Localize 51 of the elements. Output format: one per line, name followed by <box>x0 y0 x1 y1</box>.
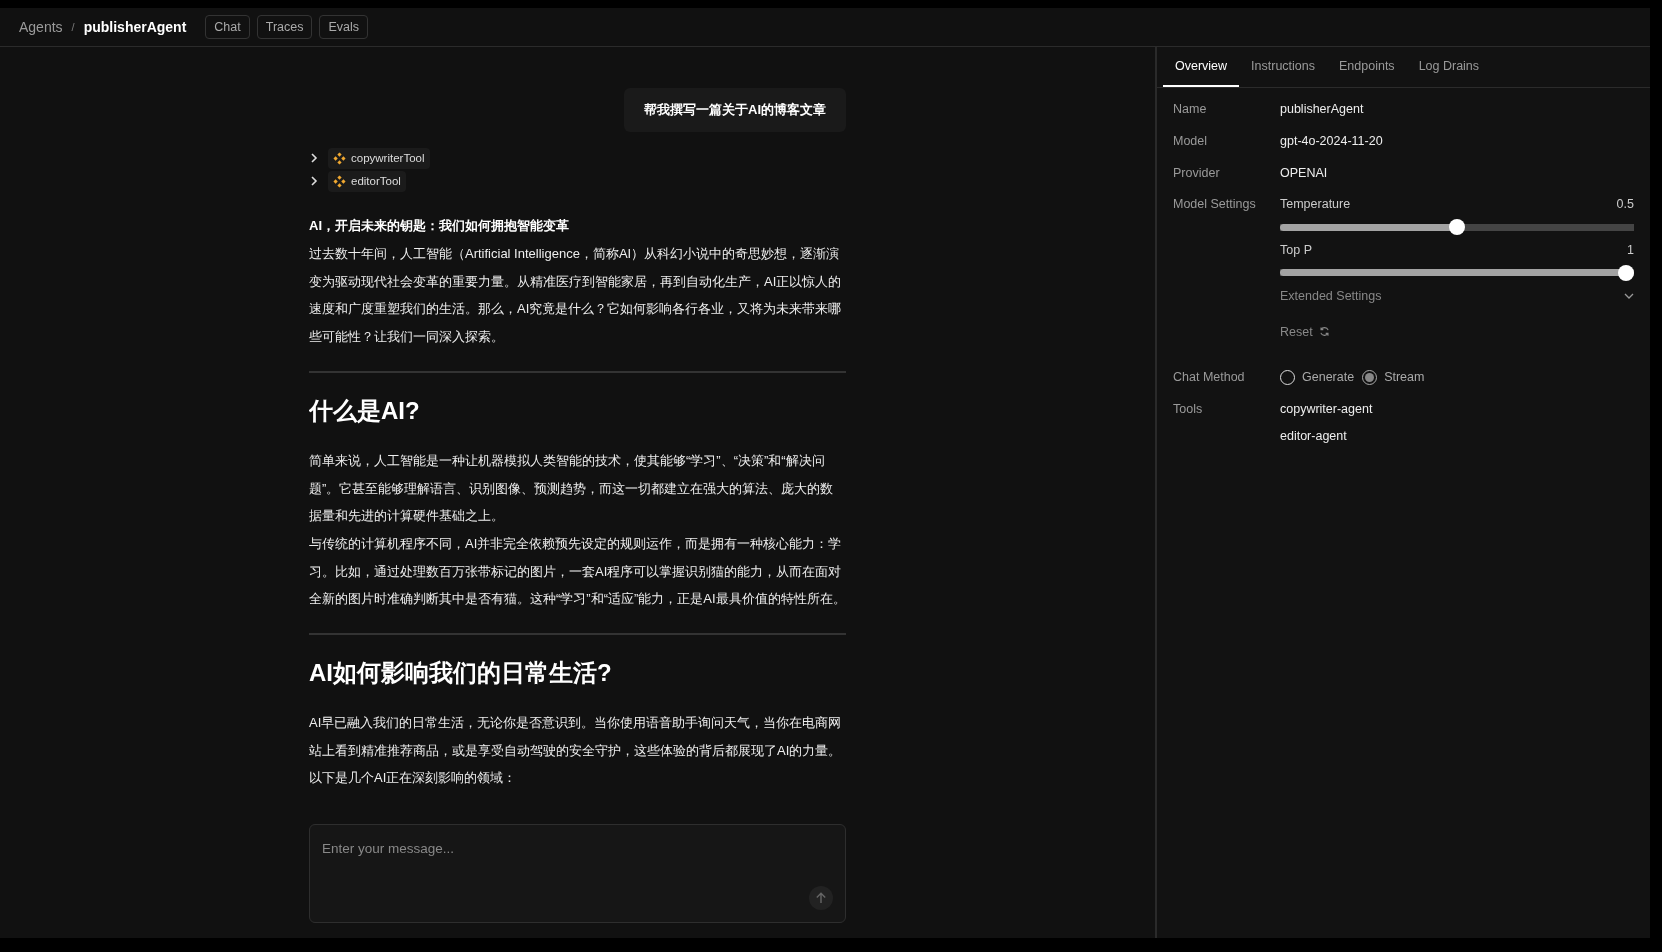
field-value: OPENAI <box>1280 164 1329 182</box>
refresh-icon <box>1318 326 1330 338</box>
article-heading: 什么是AI? <box>309 395 421 426</box>
diamonds-icon <box>333 151 346 165</box>
article-paragraph: 以下是几个AI正在深刻影响的领域： <box>309 769 518 788</box>
arrow-up-icon <box>815 892 827 904</box>
slider-label: Top P <box>1280 242 1312 259</box>
breadcrumb-link[interactable]: Agents <box>19 16 63 38</box>
field-label: Model Settings <box>1173 196 1257 214</box>
radio-label: Stream <box>1384 369 1425 387</box>
extended-settings-toggle[interactable]: Extended Settings <box>1280 286 1634 306</box>
slider-label: Temperature <box>1280 196 1351 214</box>
slider-reading: 1 <box>1627 242 1634 259</box>
field-label: Model <box>1173 132 1209 150</box>
field-label: Chat Method <box>1173 369 1246 387</box>
radio-label: Generate <box>1302 369 1355 387</box>
tool-call-chip[interactable]: copywriterTool <box>328 147 430 169</box>
breadcrumb-separator: / <box>71 19 75 35</box>
article-paragraph: 与传统的计算机程序不同，AI并非完全依赖预先设定的规则运作，而是拥有一种核心能力：学习。比如，通过处理数百万张带标记的图片，一套AI程序可以掌握识别猫的能力，从而在面对全新的图片时准确判断其中是否有猫。这种“学习”和“适应”能力，正是AI最具价值的特性所在。 <box>309 534 846 609</box>
article-paragraph: 过去数十年间，人工智能（Artificial Intelligence，简称AI）从科幻小说中的奇思妙想，逐渐演变为驱动现代社会变革的重要力量。从精准医疗到智能家居，再到自动化生产，AI正以惊人的速度和广度重塑我们的生活。那么，AI究竟是什么？它如何影响各行各业，又将为未来带来哪些可能性？让我们一同深入探索。 <box>309 245 843 347</box>
breadcrumb-current: publisherAgent <box>83 17 187 37</box>
nav-button[interactable]: Evals <box>319 14 369 40</box>
panel-tab[interactable]: Log Drains <box>1406 47 1492 87</box>
panel-tab[interactable]: Endpoints <box>1327 47 1407 87</box>
radio-option[interactable]: Generate <box>1280 368 1355 387</box>
field-label: Provider <box>1173 164 1221 182</box>
slider-thumb[interactable] <box>1618 264 1634 281</box>
slider-reading: 0.5 <box>1616 196 1634 214</box>
article-paragraph: 简单来说，人工智能是一种让机器模拟人类智能的技术，使其能够“学习”、“决策”和“解决问题”。它甚至能够理解语言、识别图像、预测趋势，而这一切都建立在强大的算法、庞大的数据量和先进的计算硬件基础之上。 <box>309 451 835 526</box>
radio-option[interactable]: Stream <box>1362 368 1425 387</box>
panel-tab[interactable]: Overview <box>1163 47 1240 87</box>
article-heading: AI如何影响我们的日常生活? <box>309 658 613 689</box>
nav-button[interactable]: Chat <box>205 14 250 40</box>
chevron-icon[interactable] <box>309 153 319 164</box>
reset-button[interactable]: Reset <box>1280 322 1330 342</box>
chevron-icon[interactable] <box>309 176 319 187</box>
field-label: Name <box>1173 101 1208 118</box>
diamonds-icon <box>333 174 346 188</box>
tool-call-chip[interactable]: editorTool <box>328 170 406 192</box>
field-value: gpt-4o-2024-11-20 <box>1280 132 1384 150</box>
nav-button[interactable]: Traces <box>256 14 313 40</box>
field-label: Tools <box>1173 401 1204 418</box>
user-message: 帮我撰写一篇关于AI的博客文章 <box>624 88 846 132</box>
panel-tab[interactable]: Instructions <box>1239 47 1327 87</box>
field-value: publisherAgent <box>1280 101 1365 118</box>
tool-name: copywriter-agent <box>1280 401 1374 418</box>
article-paragraph: AI早已融入我们的日常生活，无论你是否意识到。当你使用语音助手询问天气，当你在电商网站上看到精准推荐商品，或是享受自动驾驶的安全守护，这些体验的背后都展现了AI的力量。 <box>309 714 843 760</box>
tool-name: editor-agent <box>1280 427 1348 445</box>
article-title: AI，开启未来的钥匙：我们如何拥抱智能变革 <box>309 217 570 235</box>
slider-thumb[interactable] <box>1449 219 1465 235</box>
message-input[interactable]: Enter your message... <box>310 825 845 922</box>
